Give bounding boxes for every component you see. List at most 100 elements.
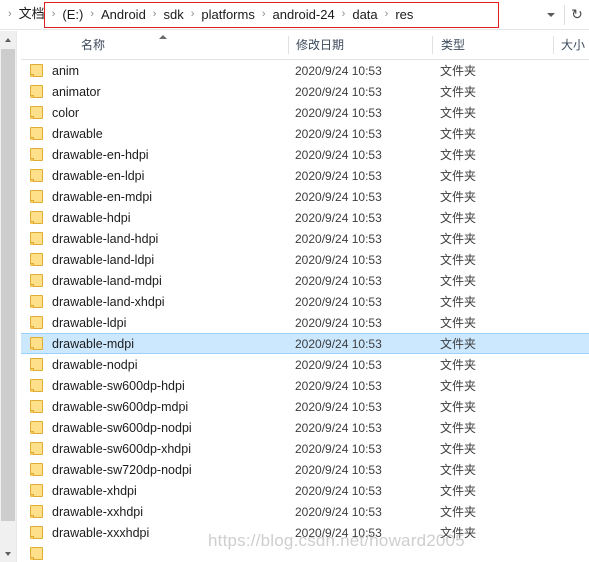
file-date-cell: 2020/9/24 10:53 [295, 126, 382, 141]
address-bar[interactable]: › 文档 › (E:) › Android › sdk › platforms › android-2… [0, 0, 589, 30]
breadcrumb-item-8[interactable]: res [394, 6, 414, 23]
file-row[interactable]: drawable-xxhdpi 2020/9/24 10:53 文件夹 [21, 501, 589, 522]
file-name-label: drawable-en-ldpi [52, 168, 145, 183]
file-row[interactable]: drawable-nodpi 2020/9/24 10:53 文件夹 [21, 354, 589, 375]
breadcrumb-item-5[interactable]: platforms [200, 6, 255, 23]
file-row[interactable]: drawable-land-ldpi 2020/9/24 10:53 文件夹 [21, 249, 589, 270]
breadcrumb-item-3[interactable]: Android [100, 6, 147, 23]
file-name-label: drawable-en-hdpi [52, 147, 149, 162]
file-row[interactable]: drawable-en-mdpi 2020/9/24 10:53 文件夹 [21, 186, 589, 207]
column-header-date-modified[interactable]: 修改日期 [296, 31, 344, 59]
breadcrumb-separator: › [384, 8, 389, 20]
folder-icon [30, 463, 44, 476]
file-name-label: drawable-nodpi [52, 357, 138, 372]
file-row[interactable]: color 2020/9/24 10:53 文件夹 [21, 102, 589, 123]
vertical-scrollbar[interactable] [0, 31, 17, 562]
file-name-label: drawable-sw720dp-nodpi [52, 462, 192, 477]
file-type-cell: 文件夹 [440, 505, 477, 519]
address-dropdown-button[interactable] [538, 1, 564, 29]
breadcrumb-item-2[interactable]: (E:) [61, 6, 84, 23]
file-date-cell: 2020/9/24 10:53 [295, 189, 382, 204]
file-row[interactable]: drawable-sw600dp-nodpi 2020/9/24 10:53 文件夹 [21, 417, 589, 438]
folder-icon [30, 127, 44, 140]
file-type-cell: 文件夹 [440, 526, 477, 540]
file-date-cell: 2020/9/24 10:53 [295, 273, 382, 288]
file-name-label: drawable-land-xhdpi [52, 294, 165, 309]
scroll-up-button[interactable] [0, 31, 16, 48]
folder-icon [30, 358, 44, 371]
file-name-cell: drawable [30, 127, 103, 141]
file-type-cell: 文件夹 [440, 337, 477, 351]
file-type-cell: 文件夹 [440, 463, 477, 477]
file-row[interactable] [21, 543, 589, 562]
file-row[interactable]: drawable-ldpi 2020/9/24 10:53 文件夹 [21, 312, 589, 333]
breadcrumb-separator: › [261, 8, 266, 20]
file-name-label: drawable [52, 126, 103, 141]
folder-icon [30, 442, 44, 455]
column-divider[interactable] [288, 36, 289, 54]
file-name-cell: drawable-ldpi [30, 316, 126, 330]
column-divider[interactable] [553, 36, 554, 54]
file-date-cell: 2020/9/24 10:53 [295, 210, 382, 225]
file-row[interactable]: drawable-sw600dp-xhdpi 2020/9/24 10:53 文件夹 [21, 438, 589, 459]
file-row[interactable]: drawable-en-hdpi 2020/9/24 10:53 文件夹 [21, 144, 589, 165]
file-type-cell: 文件夹 [440, 190, 477, 204]
file-name-label: drawable-ldpi [52, 315, 127, 330]
file-row[interactable]: drawable-sw600dp-hdpi 2020/9/24 10:53 文件夹 [21, 375, 589, 396]
breadcrumb-item-7[interactable]: data [351, 6, 378, 23]
file-date-cell: 2020/9/24 10:53 [295, 84, 382, 99]
folder-icon [30, 505, 44, 518]
breadcrumb-item-1[interactable]: 文档 [18, 6, 46, 23]
breadcrumb-item-6[interactable]: android-24 [272, 6, 336, 23]
column-divider[interactable] [432, 36, 433, 54]
file-row[interactable]: drawable-land-hdpi 2020/9/24 10:53 文件夹 [21, 228, 589, 249]
file-list[interactable]: anim 2020/9/24 10:53 文件夹 animator 2020/9/24 … [21, 60, 589, 562]
file-date-cell: 2020/9/24 10:53 [295, 420, 382, 435]
file-date-cell: 2020/9/24 10:53 [295, 525, 382, 540]
file-name-cell: drawable-mdpi [30, 337, 134, 351]
file-type-cell: 文件夹 [440, 148, 477, 162]
chevron-down-icon [547, 12, 555, 17]
folder-icon [30, 337, 44, 350]
file-date-cell: 2020/9/24 10:53 [295, 336, 382, 351]
column-header-type[interactable]: 类型 [441, 31, 465, 59]
file-row-selected[interactable]: drawable-mdpi 2020/9/24 10:53 文件夹 [21, 333, 589, 354]
file-row[interactable]: drawable 2020/9/24 10:53 文件夹 [21, 123, 589, 144]
file-row[interactable]: drawable-land-mdpi 2020/9/24 10:53 文件夹 [21, 270, 589, 291]
file-row[interactable]: drawable-land-xhdpi 2020/9/24 10:53 文件夹 [21, 291, 589, 312]
refresh-button[interactable]: ↻ [565, 1, 589, 29]
file-name-label: drawable-sw600dp-hdpi [52, 378, 185, 393]
file-type-cell: 文件夹 [440, 295, 477, 309]
file-name-cell: drawable-land-mdpi [30, 274, 162, 288]
file-date-cell: 2020/9/24 10:53 [295, 63, 382, 78]
folder-icon [30, 400, 44, 413]
file-row[interactable]: drawable-en-ldpi 2020/9/24 10:53 文件夹 [21, 165, 589, 186]
file-row[interactable]: drawable-hdpi 2020/9/24 10:53 文件夹 [21, 207, 589, 228]
file-name-cell: drawable-en-ldpi [30, 169, 144, 183]
file-name-label: drawable-xhdpi [52, 483, 137, 498]
file-row[interactable]: drawable-sw720dp-nodpi 2020/9/24 10:53 文件夹 [21, 459, 589, 480]
scroll-up-arrow-icon [5, 37, 11, 42]
file-row[interactable]: anim 2020/9/24 10:53 文件夹 [21, 60, 589, 81]
breadcrumb-item-4[interactable]: sdk [162, 6, 184, 23]
column-header-size[interactable]: 大小 [561, 31, 585, 59]
file-name-label: drawable-sw600dp-nodpi [52, 420, 192, 435]
scroll-down-button[interactable] [0, 545, 16, 562]
file-name-cell: drawable-land-ldpi [30, 253, 154, 267]
file-date-cell: 2020/9/24 10:53 [295, 483, 382, 498]
file-name-cell: drawable-sw600dp-xhdpi [30, 442, 191, 456]
file-name-cell: drawable-nodpi [30, 358, 137, 372]
breadcrumb[interactable]: › 文档 › (E:) › Android › sdk › platforms › android-2… [0, 0, 538, 30]
scrollbar-thumb[interactable] [1, 49, 15, 521]
file-type-cell: 文件夹 [440, 316, 477, 330]
file-row[interactable]: animator 2020/9/24 10:53 文件夹 [21, 81, 589, 102]
file-name-cell: drawable-en-hdpi [30, 148, 149, 162]
file-row[interactable]: drawable-xhdpi 2020/9/24 10:53 文件夹 [21, 480, 589, 501]
file-name-cell: drawable-sw600dp-hdpi [30, 379, 185, 393]
file-row[interactable]: drawable-sw600dp-mdpi 2020/9/24 10:53 文件夹 [21, 396, 589, 417]
column-header-name[interactable]: 名称 [81, 31, 105, 59]
column-header-row: 名称 修改日期 类型 大小 [21, 31, 589, 60]
breadcrumb-separator: › [152, 8, 157, 20]
file-row[interactable]: drawable-xxxhdpi 2020/9/24 10:53 文件夹 [21, 522, 589, 543]
folder-icon [30, 526, 44, 539]
